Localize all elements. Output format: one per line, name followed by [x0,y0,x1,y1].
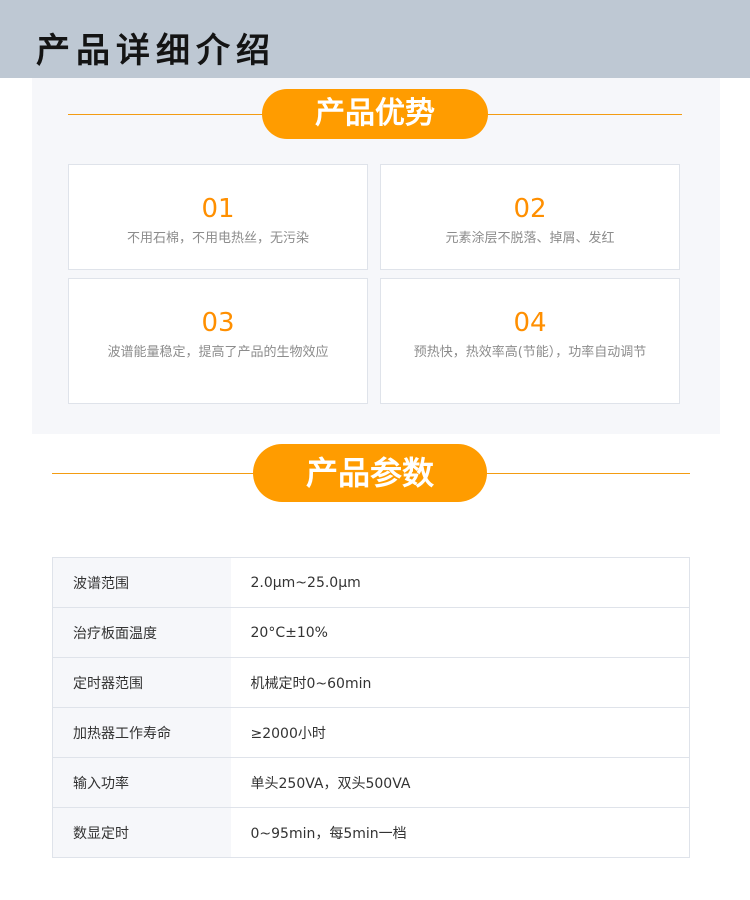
table-row: 加热器工作寿命 ≥2000小时 [52,707,690,758]
param-key: 加热器工作寿命 [52,707,231,758]
param-key: 输入功率 [52,757,231,808]
advantage-card-4: 04 预热快，热效率高(节能），功率自动调节 [380,278,680,404]
table-row: 输入功率 单头250VA，双头500VA [52,757,690,808]
param-key: 数显定时 [52,807,231,858]
param-value: 0~95min，每5min一档 [230,807,690,858]
param-value: ≥2000小时 [230,707,690,758]
param-key: 波谱范围 [52,557,231,608]
param-value: 单头250VA，双头500VA [230,757,690,808]
advantages-heading: 产品优势 [262,89,488,139]
param-value: 2.0μm~25.0μm [250,574,361,591]
params-heading: 产品参数 [253,444,487,502]
advantage-number: 02 [513,194,547,224]
param-value: 机械定时0~60min [230,657,690,708]
advantage-text: 预热快，热效率高(节能），功率自动调节 [413,345,647,360]
table-row: 波谱范围 2.0μm~25.0μm [52,557,690,608]
params-table: 波谱范围 2.0μm~25.0μm 治疗板面温度 20°C±10% 定时器范围 … [52,557,690,858]
table-row: 定时器范围 机械定时0~60min [52,657,690,708]
advantage-text: 波谱能量稳定，提高了产品的生物效应 [107,345,329,360]
advantage-number: 01 [201,194,235,224]
param-key: 治疗板面温度 [52,607,231,658]
advantage-number: 04 [513,308,547,338]
advantage-card-2: 02 元素涂层不脱落、掉屑、发红 [380,164,680,270]
advantage-text: 元素涂层不脱落、掉屑、发红 [445,231,615,246]
param-value: 20°C±10% [230,607,690,658]
advantage-card-3: 03 波谱能量稳定，提高了产品的生物效应 [68,278,368,404]
page-header: 产品详细介绍 [0,0,750,78]
advantage-number: 03 [201,308,235,338]
advantage-text: 不用石棉，不用电热丝，无污染 [126,231,309,246]
table-row: 数显定时 0~95min，每5min一档 [52,807,690,858]
page-title: 产品详细介绍 [36,31,276,71]
param-key: 定时器范围 [52,657,231,708]
table-row: 治疗板面温度 20°C±10% [52,607,690,658]
advantage-card-1: 01 不用石棉，不用电热丝，无污染 [68,164,368,270]
